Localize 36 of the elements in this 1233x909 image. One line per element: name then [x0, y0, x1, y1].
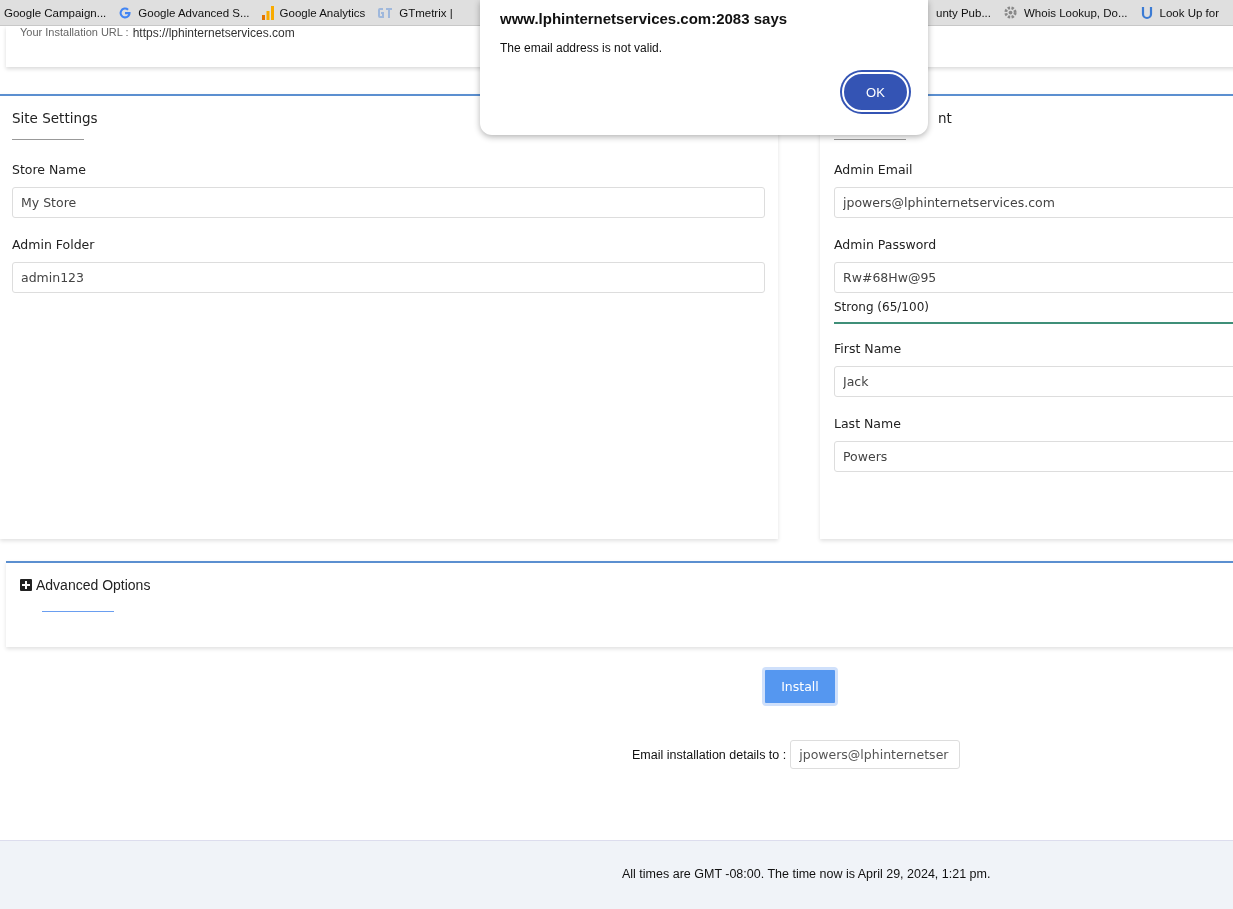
installation-url-label: Your Installation URL :	[20, 26, 129, 38]
password-strength: Strong (65/100)	[834, 300, 1233, 324]
bookmark-link[interactable]: Google Analytics	[261, 5, 366, 20]
bookmark-link[interactable]: Google Advanced S...	[118, 5, 250, 20]
installation-url: https://lphinternetservices.com	[132, 26, 295, 40]
panel-title: Site Settings	[12, 110, 98, 126]
ok-button[interactable]: OK	[842, 72, 909, 112]
field-label: Last Name	[834, 416, 902, 431]
google-icon	[118, 5, 133, 20]
bookmark-link[interactable]: unty Pub...	[936, 6, 991, 19]
input-field[interactable]: jpowers@lphinternetservices.com	[834, 187, 1233, 218]
panel-title: nt	[938, 110, 952, 126]
bookmark-link[interactable]: GTmetrix |	[377, 6, 453, 19]
gt-logo-icon	[377, 6, 394, 19]
field-label: Admin Password	[834, 237, 938, 252]
footer-time-text: All times are GMT -08:00. The time now is April 29, 2024, 1:21 pm.	[622, 867, 991, 883]
dialog-message: The email address is not valid.	[500, 41, 664, 55]
input-field[interactable]: Powers	[834, 441, 1233, 472]
bookmark-link[interactable]: Google Campaign...	[4, 6, 107, 19]
field-label: Store Name	[12, 162, 87, 177]
bookmark-link[interactable]: Whois Lookup, Do...	[1003, 5, 1128, 20]
field-label: Admin Email	[834, 162, 914, 177]
gear-icon	[1003, 5, 1018, 20]
input-field[interactable]: Rw#68Hw@95	[834, 262, 1233, 293]
email-details-label: Email installation details to :	[632, 747, 787, 762]
bookmark-link[interactable]: Look Up for	[1139, 5, 1219, 20]
field-label: First Name	[834, 341, 903, 356]
ring-icon	[1139, 5, 1154, 20]
input-field[interactable]: admin123	[12, 262, 765, 293]
input-field[interactable]: My Store	[12, 187, 765, 218]
advanced-options-toggle[interactable]: Advanced Options	[20, 577, 1233, 593]
bar-chart-icon	[261, 5, 274, 20]
dialog-title: www.lphinternetservices.com:2083 says	[500, 10, 789, 27]
field-label: Admin Folder	[12, 237, 96, 252]
email-input-field[interactable]: jpowers@lphinternetser	[790, 740, 961, 769]
input-field[interactable]: Jack	[834, 366, 1233, 397]
